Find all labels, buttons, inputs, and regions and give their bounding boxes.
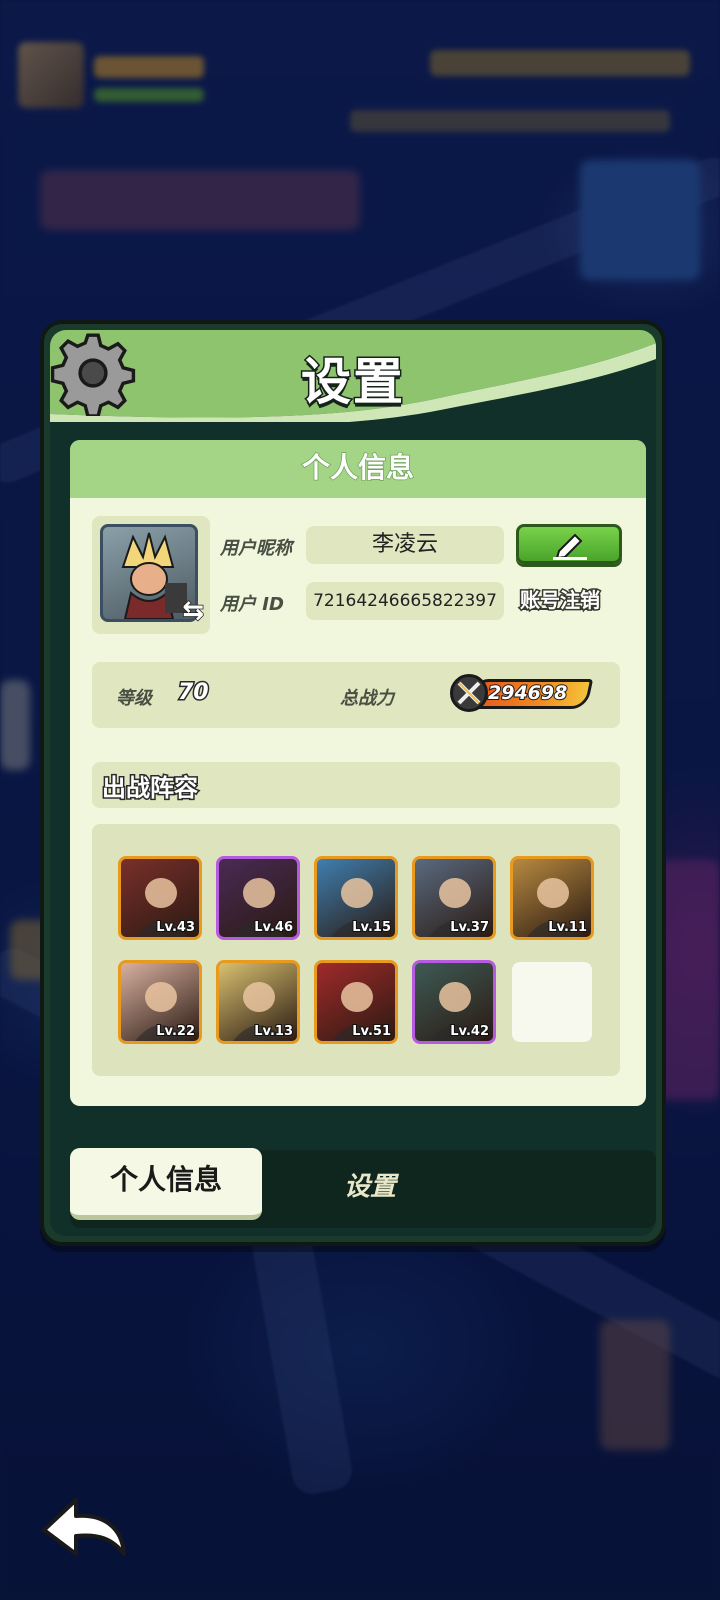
hero-card[interactable]: Lv.43 xyxy=(118,856,202,940)
hero-card[interactable]: Lv.11 xyxy=(510,856,594,940)
level-label: 等级 xyxy=(116,688,152,709)
power-badge: 294698 xyxy=(450,674,602,714)
pencil-icon xyxy=(553,533,587,560)
hero-card[interactable]: Lv.13 xyxy=(216,960,300,1044)
hero-card[interactable]: Lv.46 xyxy=(216,856,300,940)
hero-card[interactable]: Lv.51 xyxy=(314,960,398,1044)
avatar-frame[interactable]: ⇆ xyxy=(92,516,210,634)
dialog-header: 设置 xyxy=(50,330,656,422)
swap-arrows-icon[interactable]: ⇆ xyxy=(181,595,204,627)
hero-level: Lv.11 xyxy=(547,919,588,936)
profile-panel: 个人信息 ⇆ 用户昵称 李凌云 用户 ID 72164246665822397 … xyxy=(70,440,646,1106)
hero-card[interactable]: Lv.22 xyxy=(118,960,202,1044)
nickname-label: 用户昵称 xyxy=(220,538,292,559)
edit-nickname-button[interactable] xyxy=(516,524,622,564)
hero-level: Lv.37 xyxy=(449,919,490,936)
account-deletion-link[interactable]: 账号注销 xyxy=(519,584,602,614)
hero-level: Lv.15 xyxy=(351,919,392,936)
nickname-field: 李凌云 xyxy=(306,526,504,564)
hero-level: Lv.43 xyxy=(155,919,196,936)
hero-level: Lv.51 xyxy=(351,1023,392,1040)
user-id-label: 用户 ID xyxy=(220,594,284,615)
hero-card[interactable]: Lv.15 xyxy=(314,856,398,940)
settings-dialog: 设置 个人信息 ⇆ 用户昵称 李凌云 用户 ID 721642466658223… xyxy=(40,320,666,1246)
panel-header: 个人信息 xyxy=(70,440,646,498)
crossed-swords-icon xyxy=(450,674,488,712)
team-section-bar: 出战阵容 xyxy=(92,762,620,808)
hero-card[interactable]: Lv.42 xyxy=(412,960,496,1044)
dialog-title: 设置 xyxy=(300,352,405,413)
hero-card[interactable]: Lv.37 xyxy=(412,856,496,940)
power-value: 294698 xyxy=(487,681,568,705)
hero-level: Lv.46 xyxy=(253,919,294,936)
tab-settings[interactable]: 设置 xyxy=(310,1150,430,1228)
tab-bar: 个人信息 设置 xyxy=(70,1148,656,1228)
hero-level: Lv.42 xyxy=(449,1023,490,1040)
back-arrow-icon[interactable] xyxy=(40,1492,130,1562)
stats-row: 等级 70 总战力 294698 xyxy=(92,662,620,728)
level-value: 70 xyxy=(177,679,211,707)
hero-level: Lv.22 xyxy=(155,1023,196,1040)
team-title: 出战阵容 xyxy=(101,773,200,804)
team-lineup: Lv.43 Lv.46 Lv.15 Lv.37 Lv.11 Lv.22 Lv.13 Lv.51… xyxy=(92,824,620,1076)
power-label: 总战力 xyxy=(340,688,394,709)
tab-profile[interactable]: 个人信息 xyxy=(70,1148,262,1220)
user-id-field: 72164246665822397 xyxy=(306,582,504,620)
empty-hero-slot[interactable] xyxy=(512,962,592,1042)
hero-level: Lv.13 xyxy=(253,1023,294,1040)
